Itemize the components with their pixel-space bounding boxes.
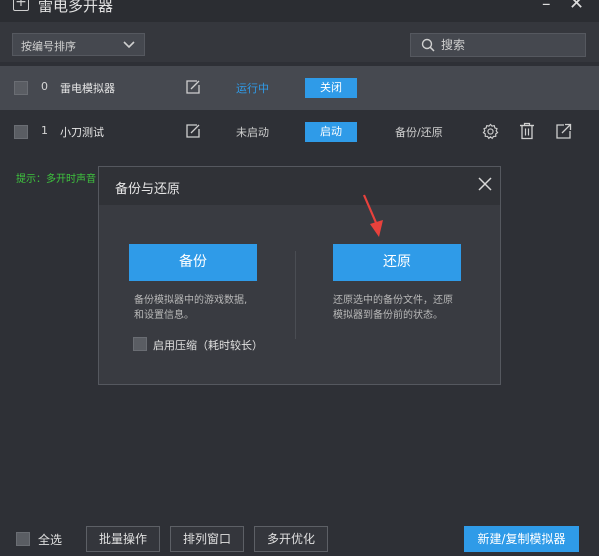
row-checkbox[interactable] xyxy=(14,125,28,139)
emulator-index: 1 xyxy=(41,124,48,137)
select-all-label[interactable]: 全选 xyxy=(38,531,62,548)
multi-optimize-button[interactable]: 多开优化 xyxy=(254,526,328,552)
emulator-status: 运行中 xyxy=(236,82,269,95)
annotation-arrow-icon xyxy=(362,194,383,237)
compress-checkbox[interactable] xyxy=(133,337,147,351)
toolbar: 按编号排序 xyxy=(0,22,599,62)
emulator-row[interactable]: 0 雷电模拟器 运行中 关闭 xyxy=(0,66,599,110)
dialog-header: 备份与还原 xyxy=(99,167,500,205)
row-checkbox[interactable] xyxy=(14,81,28,95)
gear-icon[interactable] xyxy=(482,123,499,140)
backup-desc-line: 备份模拟器中的游戏数据, xyxy=(134,295,248,306)
close-window-button[interactable]: ✕ xyxy=(569,0,584,14)
emulator-name: 小刀测试 xyxy=(60,126,104,139)
backup-restore-link[interactable]: 备份/还原 xyxy=(395,124,443,140)
chevron-down-icon xyxy=(123,41,135,49)
backup-button[interactable]: 备份 xyxy=(129,244,257,281)
backup-description: 备份模拟器中的游戏数据, 和设置信息。 xyxy=(134,293,284,323)
window-title: 雷电多开器 xyxy=(38,0,114,15)
emulator-row[interactable]: 1 小刀测试 未启动 启动 备份/还原 xyxy=(0,110,599,154)
backup-restore-dialog: 备份与还原 备份 还原 备份模拟器中的游戏数据, 和设置信息。 还原选中的备份文… xyxy=(98,166,501,385)
restore-button[interactable]: 还原 xyxy=(333,244,461,281)
emulator-status: 未启动 xyxy=(236,126,269,139)
search-icon xyxy=(421,38,435,52)
compress-label: 启用压缩（耗时较长） xyxy=(153,339,263,352)
restore-description: 还原选中的备份文件，还原 模拟器到备份前的状态。 xyxy=(333,293,493,323)
hint-text: 提示：多开时声音 xyxy=(16,174,96,185)
start-button[interactable]: 启动 xyxy=(305,122,357,142)
edit-icon[interactable] xyxy=(185,123,201,139)
backup-desc-line: 和设置信息。 xyxy=(134,310,194,321)
new-copy-emulator-button[interactable]: 新建/复制模拟器 xyxy=(464,526,579,552)
restore-desc-line: 还原选中的备份文件，还原 xyxy=(333,295,453,306)
app-icon: + xyxy=(13,0,29,11)
search-box[interactable] xyxy=(410,33,586,57)
edit-icon[interactable] xyxy=(185,79,201,95)
bottom-bar: 全选 批量操作 排列窗口 多开优化 新建/复制模拟器 xyxy=(0,521,599,556)
select-all-checkbox[interactable] xyxy=(16,532,30,546)
restore-desc-line: 模拟器到备份前的状态。 xyxy=(333,310,443,321)
search-input[interactable] xyxy=(441,36,581,54)
close-icon[interactable] xyxy=(478,177,492,191)
emulator-name: 雷电模拟器 xyxy=(60,82,115,95)
arrange-windows-button[interactable]: 排列窗口 xyxy=(170,526,244,552)
batch-operation-button[interactable]: 批量操作 xyxy=(86,526,160,552)
divider xyxy=(295,251,296,339)
trash-icon[interactable] xyxy=(518,122,536,140)
dialog-title: 备份与还原 xyxy=(115,182,181,197)
emulator-index: 0 xyxy=(41,80,48,93)
title-bar: + 雷电多开器 – ✕ xyxy=(0,0,599,22)
minimize-button[interactable]: – xyxy=(542,0,551,14)
sort-dropdown-label: 按编号排序 xyxy=(21,40,76,53)
stop-button[interactable]: 关闭 xyxy=(305,78,357,98)
sort-dropdown[interactable]: 按编号排序 xyxy=(12,33,145,56)
export-icon[interactable] xyxy=(555,122,573,140)
